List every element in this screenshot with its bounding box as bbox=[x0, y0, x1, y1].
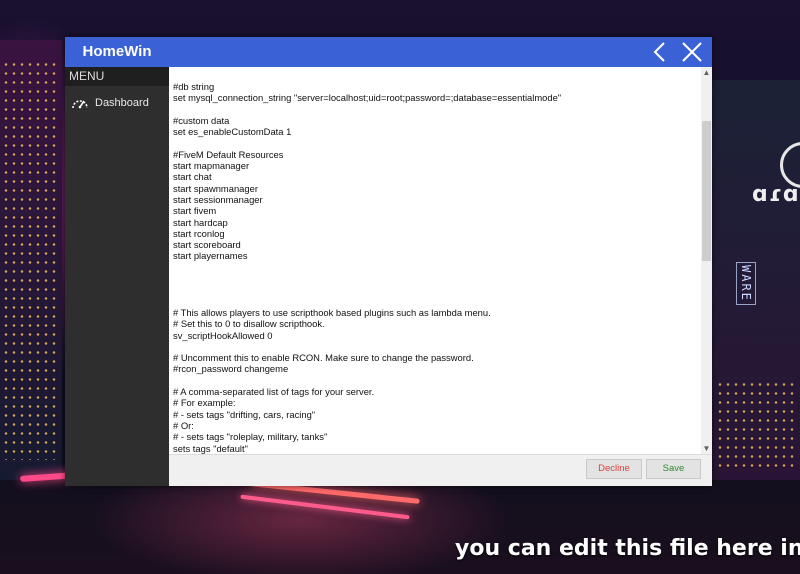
menu-header: MENU bbox=[65, 67, 169, 86]
sidebar-item-dashboard[interactable]: Dashboard bbox=[71, 95, 149, 111]
speedometer-icon bbox=[72, 100, 88, 109]
scroll-down-arrow-icon[interactable]: ▼ bbox=[701, 443, 712, 454]
app-title: HomeWin bbox=[82, 43, 152, 60]
sidebar: MENU Dashboard bbox=[65, 67, 169, 486]
scrollbar-thumb[interactable] bbox=[702, 121, 711, 261]
background-sign: ɑɾɑ bbox=[752, 182, 800, 207]
chevron-left-icon bbox=[653, 42, 665, 62]
close-button[interactable] bbox=[680, 40, 704, 64]
building-windows-right bbox=[716, 380, 796, 470]
config-text-editor[interactable]: #db string set mysql_connection_string "… bbox=[169, 67, 712, 455]
app-window: HomeWin MENU Dashboard #db string set my… bbox=[65, 37, 712, 486]
save-button[interactable]: Save bbox=[646, 459, 701, 479]
sidebar-item-label: Dashboard bbox=[95, 97, 149, 109]
video-caption: you can edit this file here in bbox=[455, 536, 800, 561]
building-windows-left bbox=[2, 60, 58, 460]
close-icon bbox=[682, 42, 702, 62]
decline-button[interactable]: Decline bbox=[586, 459, 642, 479]
background-vertical-sign: WARE bbox=[736, 262, 756, 305]
vertical-scrollbar[interactable]: ▲ ▼ bbox=[701, 67, 712, 454]
title-bar: HomeWin bbox=[65, 37, 712, 67]
editor-text[interactable]: #db string set mysql_connection_string "… bbox=[169, 67, 712, 454]
back-button[interactable] bbox=[649, 40, 673, 64]
main-content: #db string set mysql_connection_string "… bbox=[169, 67, 712, 486]
scroll-up-arrow-icon[interactable]: ▲ bbox=[701, 67, 712, 78]
